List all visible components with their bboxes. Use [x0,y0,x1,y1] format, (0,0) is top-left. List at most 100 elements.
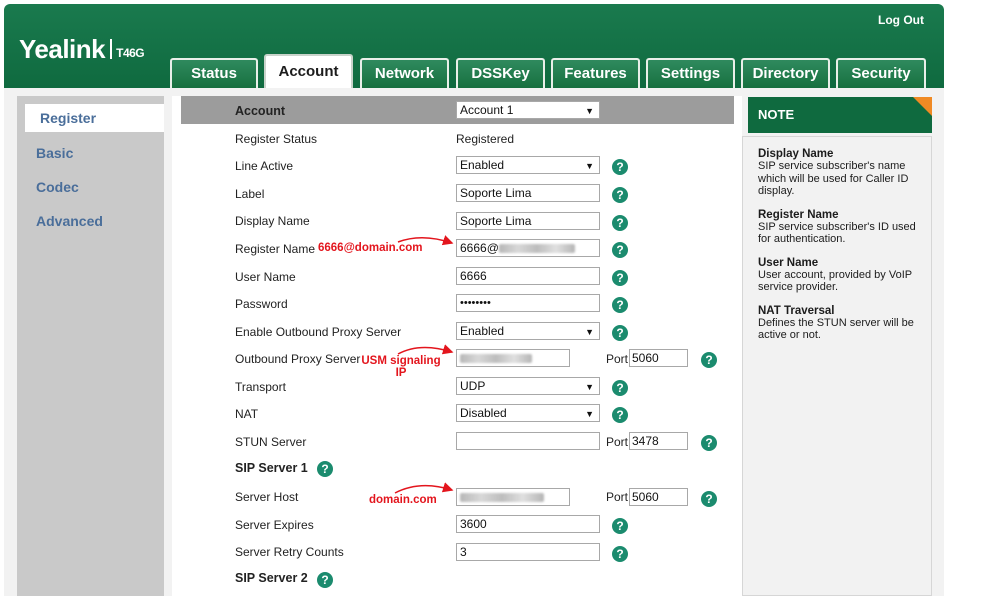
transport-select[interactable]: UDP ▼ [456,377,600,395]
server-expires-label: Server Expires [235,518,314,532]
display-name-input[interactable]: Soporte Lima [456,212,600,230]
chevron-down-icon: ▼ [585,327,594,337]
register-name-value: 6666@ [460,241,499,255]
line-active-select[interactable]: Enabled ▼ [456,156,600,174]
top-header: Yealink T46G Log Out Status Account Netwo… [4,4,944,90]
sidebar-item-register[interactable]: Register [25,104,164,132]
help-icon[interactable]: ? [612,270,628,286]
tab-dsskey[interactable]: DSSKey [456,58,545,88]
help-icon[interactable]: ? [701,352,717,368]
tab-status[interactable]: Status [170,58,258,88]
note-item-title: Display Name [758,148,834,160]
help-icon[interactable]: ? [612,297,628,313]
outbound-proxy-enable-select[interactable]: Enabled ▼ [456,322,600,340]
chevron-down-icon: ▼ [585,161,594,171]
server-retry-label: Server Retry Counts [235,545,344,559]
note-item-text: User account, provided by VoIP service p… [758,268,912,294]
annotation-register-name: 6666@domain.com [318,242,423,254]
logout-link[interactable]: Log Out [878,13,924,27]
note-item: Register Name SIP service subscriber's I… [758,209,921,246]
note-header: NOTE [748,97,932,133]
help-icon[interactable]: ? [612,518,628,534]
user-name-label: User Name [235,270,296,284]
annotation-server-host: domain.com [369,494,437,506]
help-icon[interactable]: ? [317,461,333,477]
outbound-proxy-enable-label: Enable Outbound Proxy Server [235,325,402,339]
outbound-proxy-input[interactable] [456,349,570,367]
tab-network[interactable]: Network [360,58,449,88]
sidebar-item-basic[interactable]: Basic [17,139,164,167]
stun-port-input[interactable]: 3478 [629,432,688,450]
tab-security[interactable]: Security [836,58,926,88]
server-retry-input[interactable]: 3 [456,543,600,561]
tab-directory[interactable]: Directory [741,58,830,88]
line-active-label: Line Active [235,159,294,173]
help-icon[interactable]: ? [612,242,628,258]
nat-value: Disabled [460,406,507,420]
brand-logo: Yealink T46G [19,34,145,65]
note-item-text: SIP service subscriber's ID used for aut… [758,220,916,246]
help-icon[interactable]: ? [701,491,717,507]
sidebar-item-codec[interactable]: Codec [17,173,164,201]
display-name-label: Display Name [235,214,310,228]
stun-server-label: STUN Server [235,435,307,449]
note-item-title: User Name [758,256,819,269]
sip-server-2-heading: SIP Server 2 [235,571,308,585]
server-expires-input[interactable]: 3600 [456,515,600,533]
nat-label: NAT [235,407,259,421]
note-corner-decoration [913,97,932,116]
chevron-down-icon: ▼ [585,382,594,392]
tab-settings[interactable]: Settings [646,58,735,88]
password-input[interactable]: •••••••• [456,294,600,312]
account-label: Account [235,104,285,118]
register-name-input[interactable]: 6666@ [456,239,600,257]
help-icon[interactable]: ? [317,572,333,588]
user-name-input[interactable]: 6666 [456,267,600,285]
help-icon[interactable]: ? [701,435,717,451]
register-status-value: Registered [456,132,515,146]
redacted-text [498,244,575,253]
help-icon[interactable]: ? [612,187,628,203]
account-sidebar: Register Basic Codec Advanced [17,96,164,596]
logo-text: Yealink [19,34,106,64]
outbound-proxy-port-input[interactable]: 5060 [629,349,688,367]
outbound-proxy-enable-value: Enabled [460,324,505,338]
outbound-proxy-port-label: Port [606,352,629,366]
tab-features[interactable]: Features [551,58,640,88]
note-item-title: Register Name [758,208,839,221]
line-active-value: Enabled [460,158,505,172]
server-host-port-label: Port [606,490,629,504]
note-item: NAT Traversal Defines the STUN server wi… [758,305,921,342]
note-item-title: NAT Traversal [758,304,835,317]
stun-server-input[interactable] [456,432,600,450]
password-label: Password [235,297,288,311]
annotation-outbound-proxy: USM signaling IP [361,355,441,379]
account-select[interactable]: Account 1 ▼ [456,101,600,119]
tab-account[interactable]: Account [264,54,353,90]
server-host-port-input[interactable]: 5060 [629,488,688,506]
note-item-text: SIP service subscriber's name which will… [758,160,909,197]
note-panel: Display Name SIP service subscriber's na… [742,136,932,596]
server-host-input[interactable] [456,488,570,506]
redacted-text [460,354,532,363]
help-icon[interactable]: ? [612,546,628,562]
nat-select[interactable]: Disabled ▼ [456,404,600,422]
transport-label: Transport [235,380,286,394]
server-host-label: Server Host [235,490,299,504]
account-select-value: Account 1 [460,103,514,117]
chevron-down-icon: ▼ [585,106,594,116]
note-item: Display Name SIP service subscriber's na… [758,148,921,198]
logo-model: T46G [116,46,145,60]
help-icon[interactable]: ? [612,407,628,423]
help-icon[interactable]: ? [612,215,628,231]
outbound-proxy-label: Outbound Proxy Server [235,352,361,366]
help-icon[interactable]: ? [612,380,628,396]
register-name-label: Register Name [235,242,316,256]
transport-value: UDP [460,379,486,393]
register-form: Account Account 1 ▼ Register Status Regis… [172,96,742,596]
sidebar-item-advanced[interactable]: Advanced [17,207,164,235]
label-input[interactable]: Soporte Lima [456,184,600,202]
help-icon[interactable]: ? [612,159,628,175]
note-item: User Name User account, provided by VoIP… [758,257,921,294]
help-icon[interactable]: ? [612,325,628,341]
